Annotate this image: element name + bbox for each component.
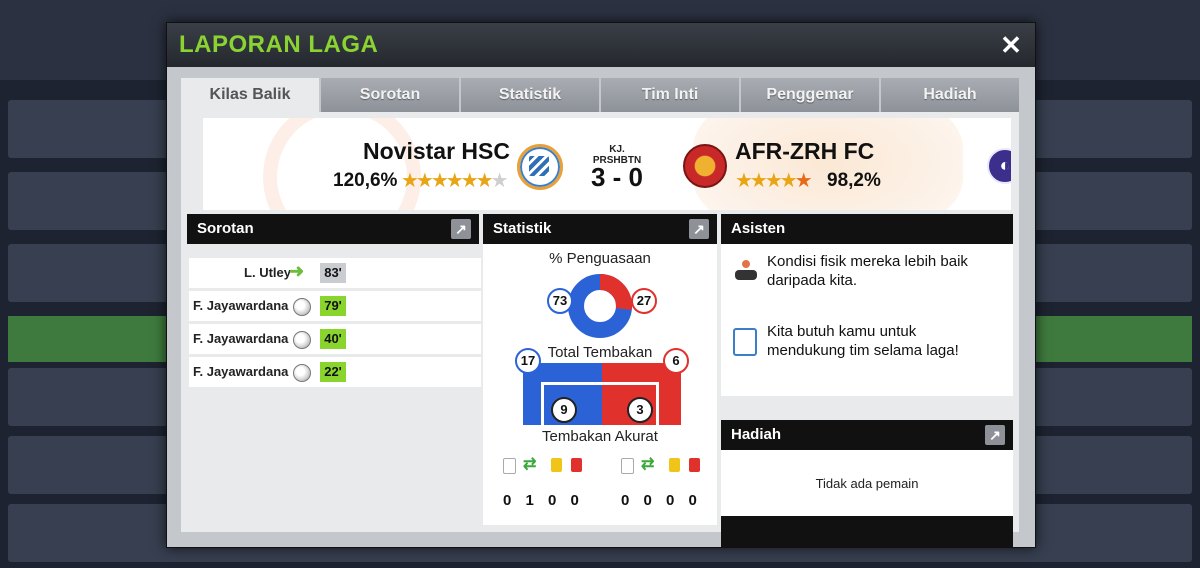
- away-rating: 98,2%: [827, 170, 881, 191]
- tab-kilas-balik[interactable]: Kilas Balik: [181, 78, 321, 114]
- replay-icon[interactable]: ◐: [987, 148, 1011, 184]
- rewards-title: Hadiah: [731, 426, 782, 443]
- yellow-card-icon: [551, 458, 562, 472]
- assistant-box: Kondisi fisik mereka lebih baik daripada…: [721, 244, 1013, 396]
- home-stars-icon: ★★★★★★★: [401, 168, 509, 193]
- ball-icon: [293, 331, 311, 349]
- list-item[interactable]: F. Jayawardana 40': [189, 324, 481, 354]
- list-item[interactable]: F. Jayawardana 22': [189, 357, 481, 387]
- list-item[interactable]: F. Jayawardana 79': [189, 291, 481, 321]
- expand-icon[interactable]: ↗: [689, 219, 709, 239]
- tab-tim-inti[interactable]: Tim Inti: [601, 78, 741, 112]
- stats-header: Statistik ↗: [483, 214, 717, 244]
- ball-icon: [293, 364, 311, 382]
- possession-home-value: 73: [547, 288, 573, 314]
- star-icon: ★★★★: [735, 170, 798, 192]
- injury-icon: [503, 458, 516, 474]
- tab-bar: Kilas Balik Sorotan Statistik Tim Inti P…: [181, 78, 1019, 114]
- player-name: L. Utley: [244, 265, 291, 280]
- rewards-header: Hadiah ↗: [721, 420, 1013, 450]
- on-target-label: Tembakan Akurat: [535, 428, 665, 445]
- stats-box: % Penguasaan 73 27 Total Tembakan 17 6 9…: [483, 244, 717, 525]
- assistant-title: Asisten: [731, 220, 786, 237]
- tab-sorotan[interactable]: Sorotan: [321, 78, 461, 112]
- injury-icon: [621, 458, 634, 474]
- possession-away-value: 27: [631, 288, 657, 314]
- modal-header: LAPORAN LAGA ✕: [167, 23, 1035, 67]
- player-name: F. Jayawardana: [193, 364, 289, 379]
- yellow-card-icon: [669, 458, 680, 472]
- player-name: F. Jayawardana: [193, 331, 289, 346]
- assistant-message-2: Kita butuh kamu untuk mendukung tim sela…: [767, 323, 959, 359]
- on-target-home-value: 9: [551, 397, 577, 423]
- away-crest-icon: [683, 144, 727, 188]
- tab-hadiah[interactable]: Hadiah: [881, 78, 1019, 112]
- tab-penggemar[interactable]: Penggemar: [741, 78, 881, 112]
- minute-badge: 83': [320, 263, 346, 283]
- match-report-modal: LAPORAN LAGA ✕ Kilas Balik Sorotan Stati…: [166, 22, 1036, 548]
- on-target-away-value: 3: [627, 397, 653, 423]
- ball-icon: [293, 298, 311, 316]
- possession-label: % Penguasaan: [549, 250, 651, 267]
- rewards-footer: [721, 516, 1013, 548]
- substitution-icon: ➜: [289, 261, 305, 281]
- stats-title: Statistik: [493, 220, 552, 237]
- tab-statistik[interactable]: Statistik: [461, 78, 601, 112]
- possession-donut: [568, 274, 632, 338]
- shots-home-value: 17: [515, 348, 541, 374]
- close-icon[interactable]: ✕: [997, 31, 1025, 59]
- half-star-icon: ★: [794, 170, 813, 192]
- match-summary: Novistar HSC 120,6% ★★★★★★★ KJ. PRSHBTN …: [203, 118, 1011, 210]
- overview-panel: Novistar HSC 120,6% ★★★★★★★ KJ. PRSHBTN …: [181, 112, 1019, 548]
- highlights-title: Sorotan: [197, 220, 254, 237]
- rewards-empty-text: Tidak ada pemain: [815, 476, 919, 491]
- red-card-icon: [689, 458, 700, 472]
- expand-icon[interactable]: ↗: [985, 425, 1005, 445]
- minute-badge: 79': [320, 296, 346, 316]
- assistant-message-1: Kondisi fisik mereka lebih baik daripada…: [767, 253, 968, 289]
- home-rating: 120,6%: [333, 170, 398, 191]
- tactics-board-icon: [733, 328, 757, 356]
- away-card-counts: 0 0 0 0: [621, 492, 697, 509]
- empty-star-icon: ★: [490, 170, 509, 192]
- highlights-header: Sorotan ↗: [187, 214, 479, 244]
- fitness-icon: [733, 260, 759, 286]
- red-card-icon: [571, 458, 582, 472]
- player-name: F. Jayawardana: [193, 298, 289, 313]
- star-icon: ★★★★★★: [401, 170, 494, 192]
- substitution-icon: ⇄: [523, 456, 537, 473]
- home-team-name: Novistar HSC: [363, 138, 510, 164]
- shots-away-value: 6: [663, 348, 689, 374]
- modal-title: LAPORAN LAGA: [179, 31, 379, 58]
- rewards-box: Tidak ada pemain: [721, 450, 1013, 516]
- match-score: 3 - 0: [590, 162, 644, 192]
- expand-icon[interactable]: ↗: [451, 219, 471, 239]
- minute-badge: 40': [320, 329, 346, 349]
- list-item[interactable]: L. Utley ➜ 83': [189, 258, 481, 288]
- assistant-header: Asisten: [721, 214, 1013, 244]
- home-card-counts: 0 1 0 0: [503, 492, 579, 509]
- away-team-name: AFR-ZRH FC: [735, 138, 875, 164]
- away-stars-icon: ★★★★★: [735, 168, 813, 193]
- minute-badge: 22': [320, 362, 346, 382]
- home-crest-icon: [517, 144, 563, 190]
- substitution-icon: ⇄: [641, 456, 655, 473]
